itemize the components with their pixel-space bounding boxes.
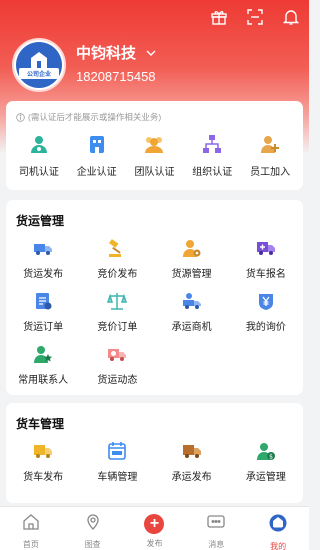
company-switcher[interactable]: 中钧科技 [76,42,156,63]
home-icon [22,514,40,535]
company-name: 中钧科技 [76,45,137,62]
enterprise-cert-icon [86,133,108,155]
bid-orders-button[interactable]: 竞价订单 [80,290,154,343]
notice-text: (需认证后才能展示或操作相关业务) [28,112,162,122]
vehicle-manage-button[interactable]: 车辆管理 [80,440,154,493]
section-title: 货运管理 [16,214,65,228]
company-badge-icon [269,514,287,537]
enterprise-cert-button[interactable]: 企业认证 [68,133,126,178]
phone-number: 18208715458 [76,69,156,84]
tab-map-query[interactable]: 图查 [62,507,124,550]
carrier-opportunity-button[interactable]: 承运商机 [155,290,229,343]
avatar[interactable]: 公司企业 [12,38,66,92]
scale-icon [106,290,128,312]
org-cert-button[interactable]: 组织认证 [183,133,241,178]
carrier-manage-button[interactable]: $ 承运管理 [229,440,303,493]
freight-news-button[interactable]: 货运动态 [80,343,154,396]
driver-cert-button[interactable]: 司机认证 [10,133,68,178]
section-title: 货车管理 [16,417,65,431]
driver-cert-icon [28,133,50,155]
truck-signup-icon [255,237,277,259]
yen-shield-icon [255,290,277,312]
tab-home[interactable]: 首页 [0,507,62,550]
profile-header: 公司企业 中钧科技 18208715458 [12,38,156,92]
brown-truck-icon [181,440,203,462]
person-dollar-icon: $ [255,440,277,462]
truck-management-card: 货车管理 货车发布 车辆管理 承运发布 $ 承运管理 [6,403,303,503]
avatar-label: 公司企业 [19,68,59,79]
tab-mine[interactable]: 我的 [247,507,309,550]
contacts-button[interactable]: 常用联系人 [6,343,80,396]
tab-publish[interactable]: + 发布 [124,507,186,550]
gavel-icon [106,237,128,259]
source-manage-button[interactable]: 货源管理 [155,237,229,290]
my-inquiry-button[interactable]: 我的询价 [229,290,303,343]
company-logo: 公司企业 [16,42,62,88]
carrier-truck-icon [181,290,203,312]
certification-notice: (需认证后才能展示或操作相关业务) [6,101,303,123]
yellow-truck-icon [32,440,54,462]
truck-dynamic-icon [106,343,128,365]
vehicle-calendar-icon [106,440,128,462]
truck-publish-button[interactable]: 货车发布 [6,440,80,493]
svg-text:$: $ [269,454,273,461]
freight-management-card: 货运管理 货运发布 竞价发布 货源管理 货车报名 货运订单 竞价订单 承运商机 [6,200,303,395]
freight-orders-button[interactable]: 货运订单 [6,290,80,343]
scan-icon[interactable] [237,6,273,28]
plus-icon: + [144,514,165,534]
person-gear-icon [181,237,203,259]
carrier-publish-button[interactable]: 承运发布 [155,440,229,493]
bottom-tab-bar: 首页 图查 + 发布 消息 我的 [0,506,309,550]
certification-card: (需认证后才能展示或操作相关业务) 司机认证 企业认证 团队认证 组织认证 员工… [6,101,303,190]
truck-signup-button[interactable]: 货车报名 [229,237,303,290]
truck-publish-icon [32,237,54,259]
org-cert-icon [201,133,223,155]
gift-icon[interactable] [201,6,237,28]
info-icon [16,112,25,122]
bell-icon[interactable] [273,6,309,28]
team-cert-icon [143,133,165,155]
order-doc-icon [32,290,54,312]
chat-icon [207,514,225,535]
staff-join-icon [259,133,281,155]
chevron-down-icon [146,49,156,57]
team-cert-button[interactable]: 团队认证 [126,133,184,178]
staff-join-button[interactable]: 员工加入 [241,133,299,178]
freight-publish-button[interactable]: 货运发布 [6,237,80,290]
map-pin-icon [85,514,101,535]
bid-publish-button[interactable]: 竞价发布 [80,237,154,290]
top-actions [201,6,309,28]
contact-star-icon [32,343,54,365]
tab-messages[interactable]: 消息 [185,507,247,550]
